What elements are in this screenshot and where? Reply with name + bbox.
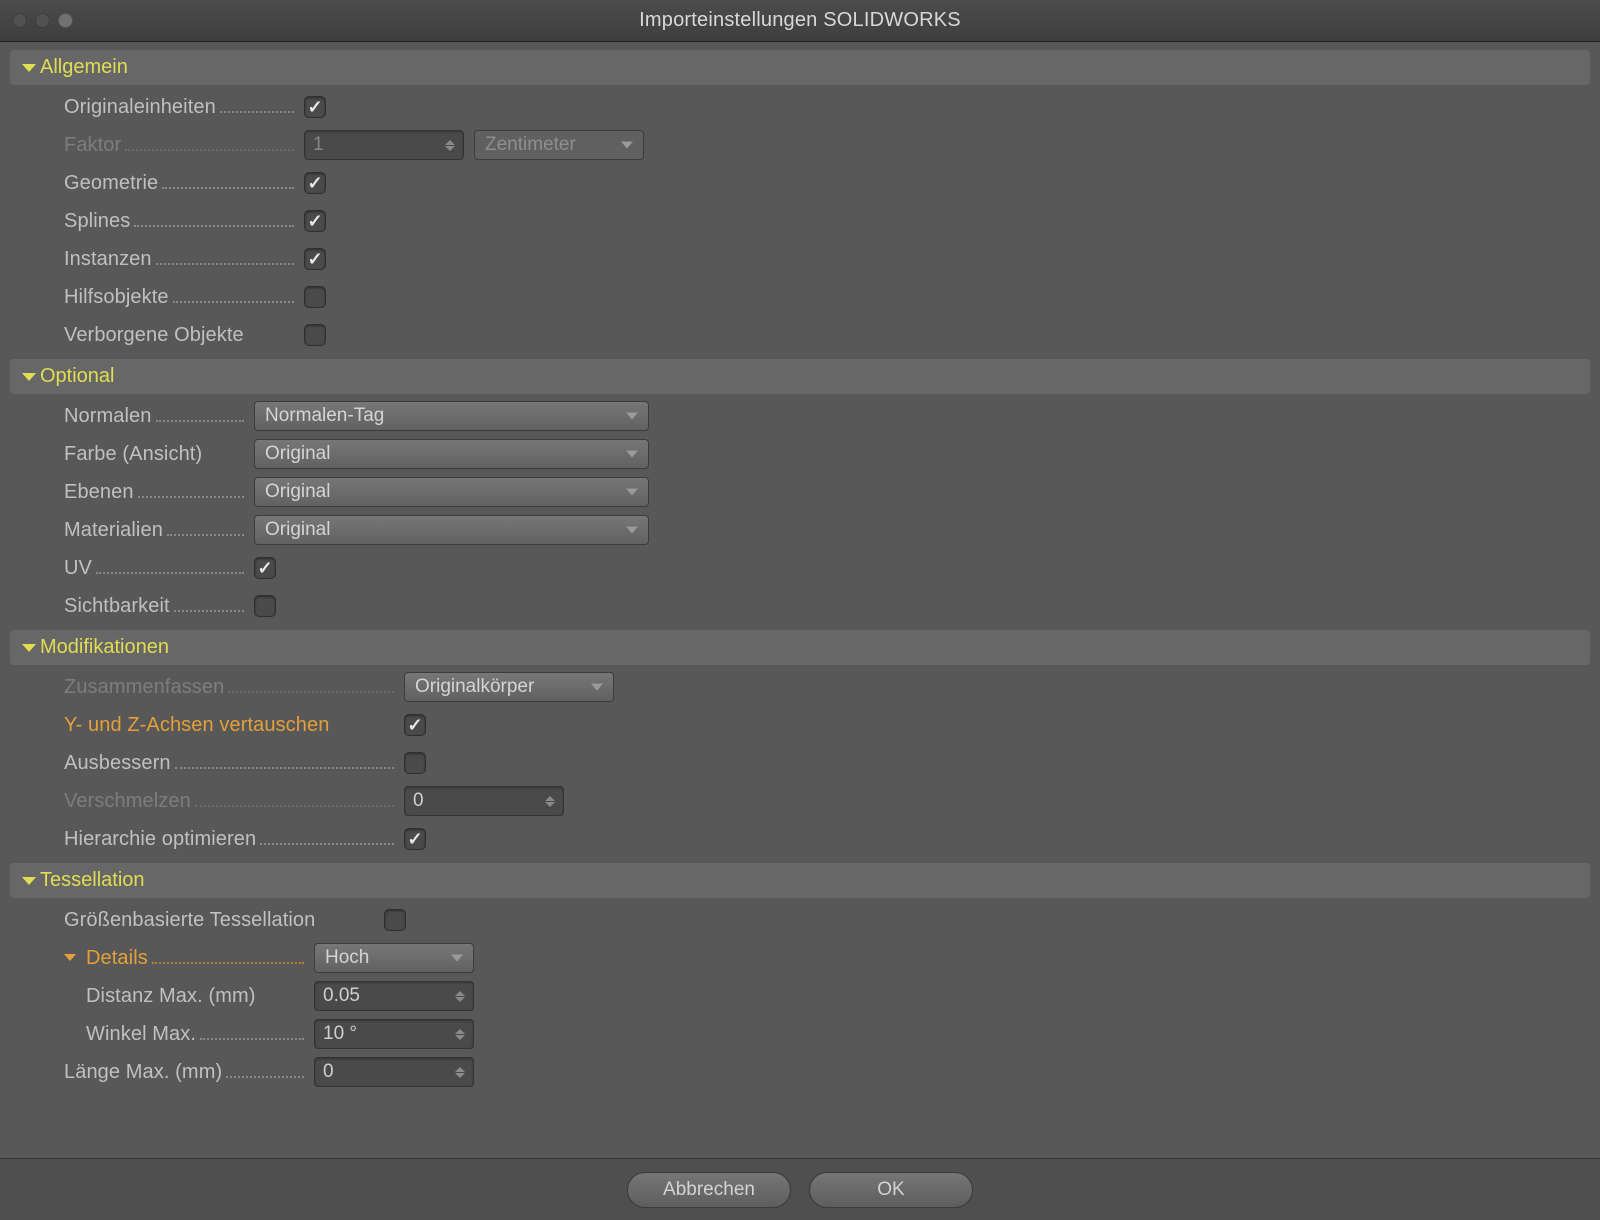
dialog-body: Allgemein Originaleinheiten Faktor 1 xyxy=(0,42,1600,1158)
label-verborgene: Verborgene Objekte xyxy=(64,324,244,347)
dropdown-normalen[interactable]: Normalen-Tag xyxy=(254,401,649,431)
row-laenge: Länge Max. (mm) 0 xyxy=(64,1054,1590,1090)
section-body-allgemein: Originaleinheiten Faktor 1 Zentimeter xyxy=(10,85,1590,357)
row-hierarchie: Hierarchie optimieren xyxy=(64,821,1590,857)
row-zusammenfassen: Zusammenfassen Originalkörper xyxy=(64,669,1590,705)
row-materialien: Materialien Original xyxy=(64,512,1590,548)
label-hierarchie: Hierarchie optimieren xyxy=(64,828,256,851)
checkbox-hierarchie[interactable] xyxy=(404,828,426,850)
label-farbe: Farbe (Ansicht) xyxy=(64,443,202,466)
section-title: Optional xyxy=(40,365,115,388)
dropdown-ebenen[interactable]: Original xyxy=(254,477,649,507)
input-distanz[interactable]: 0.05 xyxy=(314,981,474,1011)
label-details: Details xyxy=(86,947,148,970)
label-verschmelzen: Verschmelzen xyxy=(64,790,191,813)
row-splines: Splines xyxy=(64,203,1590,239)
label-hilfsobjekte: Hilfsobjekte xyxy=(64,286,169,309)
row-groessen-tess: Größenbasierte Tessellation xyxy=(64,902,1590,938)
dropdown-farbe[interactable]: Original xyxy=(254,439,649,469)
section-header-tessellation[interactable]: Tessellation xyxy=(10,863,1590,898)
row-winkel: Winkel Max. 10 ° xyxy=(64,1016,1590,1052)
label-faktor: Faktor xyxy=(64,134,121,157)
label-materialien: Materialien xyxy=(64,519,163,542)
window-title: Importeinstellungen SOLIDWORKS xyxy=(0,9,1600,32)
row-farbe: Farbe (Ansicht) Original xyxy=(64,436,1590,472)
row-distanz: Distanz Max. (mm) 0.05 xyxy=(64,978,1590,1014)
traffic-lights xyxy=(12,13,73,28)
label-distanz: Distanz Max. (mm) xyxy=(86,985,255,1008)
checkbox-verborgene[interactable] xyxy=(304,324,326,346)
dropdown-zusammenfassen[interactable]: Originalkörper xyxy=(404,672,614,702)
section-body-modifikationen: Zusammenfassen Originalkörper Y- und Z-A… xyxy=(10,665,1590,861)
dialog-window: Importeinstellungen SOLIDWORKS Allgemein… xyxy=(0,0,1600,1220)
label-yz-swap: Y- und Z-Achsen vertauschen xyxy=(64,714,329,737)
titlebar: Importeinstellungen SOLIDWORKS xyxy=(0,0,1600,42)
section-title: Allgemein xyxy=(40,56,128,79)
label-laenge: Länge Max. (mm) xyxy=(64,1061,222,1084)
row-hilfsobjekte: Hilfsobjekte xyxy=(64,279,1590,315)
row-geometrie: Geometrie xyxy=(64,165,1590,201)
checkbox-uv[interactable] xyxy=(254,557,276,579)
spinner-icon[interactable] xyxy=(455,1020,469,1048)
section-body-tessellation: Größenbasierte Tessellation Details Hoch… xyxy=(10,898,1590,1094)
spinner-icon xyxy=(445,131,459,159)
checkbox-originaleinheiten[interactable] xyxy=(304,96,326,118)
checkbox-splines[interactable] xyxy=(304,210,326,232)
dropdown-materialien[interactable]: Original xyxy=(254,515,649,545)
label-geometrie: Geometrie xyxy=(64,172,158,195)
row-ausbessern: Ausbessern xyxy=(64,745,1590,781)
section-header-allgemein[interactable]: Allgemein xyxy=(10,50,1590,85)
input-winkel[interactable]: 10 ° xyxy=(314,1019,474,1049)
row-ebenen: Ebenen Original xyxy=(64,474,1590,510)
row-verborgene: Verborgene Objekte xyxy=(64,317,1590,353)
checkbox-hilfsobjekte[interactable] xyxy=(304,286,326,308)
row-yz-swap: Y- und Z-Achsen vertauschen xyxy=(64,707,1590,743)
checkbox-geometrie[interactable] xyxy=(304,172,326,194)
dropdown-faktor-unit: Zentimeter xyxy=(474,130,644,160)
checkbox-sichtbarkeit[interactable] xyxy=(254,595,276,617)
label-winkel: Winkel Max. xyxy=(86,1023,196,1046)
checkbox-instanzen[interactable] xyxy=(304,248,326,270)
row-sichtbarkeit: Sichtbarkeit xyxy=(64,588,1590,624)
label-originaleinheiten: Originaleinheiten xyxy=(64,96,216,119)
label-groessen-tess: Größenbasierte Tessellation xyxy=(64,909,315,932)
ok-button[interactable]: OK xyxy=(809,1172,973,1208)
row-faktor: Faktor 1 Zentimeter xyxy=(64,127,1590,163)
section-header-modifikationen[interactable]: Modifikationen xyxy=(10,630,1590,665)
row-uv: UV xyxy=(64,550,1590,586)
row-normalen: Normalen Normalen-Tag xyxy=(64,398,1590,434)
spinner-icon[interactable] xyxy=(455,982,469,1010)
label-ebenen: Ebenen xyxy=(64,481,134,504)
chevron-down-icon[interactable] xyxy=(64,954,76,961)
row-instanzen: Instanzen xyxy=(64,241,1590,277)
section-title: Tessellation xyxy=(40,869,145,892)
minimize-window-button[interactable] xyxy=(35,13,50,28)
section-header-optional[interactable]: Optional xyxy=(10,359,1590,394)
label-uv: UV xyxy=(64,557,92,580)
section-body-optional: Normalen Normalen-Tag Farbe (Ansicht) Or… xyxy=(10,394,1590,628)
checkbox-groessen-tess[interactable] xyxy=(384,909,406,931)
input-verschmelzen[interactable]: 0 xyxy=(404,786,564,816)
label-sichtbarkeit: Sichtbarkeit xyxy=(64,595,170,618)
row-originaleinheiten: Originaleinheiten xyxy=(64,89,1590,125)
spinner-icon[interactable] xyxy=(455,1058,469,1086)
dialog-footer: Abbrechen OK xyxy=(0,1158,1600,1220)
spinner-icon[interactable] xyxy=(545,787,559,815)
input-laenge[interactable]: 0 xyxy=(314,1057,474,1087)
label-instanzen: Instanzen xyxy=(64,248,152,271)
cancel-button[interactable]: Abbrechen xyxy=(627,1172,791,1208)
input-faktor: 1 xyxy=(304,130,464,160)
label-ausbessern: Ausbessern xyxy=(64,752,171,775)
checkbox-yz-swap[interactable] xyxy=(404,714,426,736)
close-window-button[interactable] xyxy=(12,13,27,28)
row-details: Details Hoch xyxy=(64,940,1590,976)
checkbox-ausbessern[interactable] xyxy=(404,752,426,774)
label-splines: Splines xyxy=(64,210,130,233)
label-zusammenfassen: Zusammenfassen xyxy=(64,676,224,699)
dropdown-details[interactable]: Hoch xyxy=(314,943,474,973)
zoom-window-button[interactable] xyxy=(58,13,73,28)
label-normalen: Normalen xyxy=(64,405,152,428)
section-title: Modifikationen xyxy=(40,636,169,659)
row-verschmelzen: Verschmelzen 0 xyxy=(64,783,1590,819)
